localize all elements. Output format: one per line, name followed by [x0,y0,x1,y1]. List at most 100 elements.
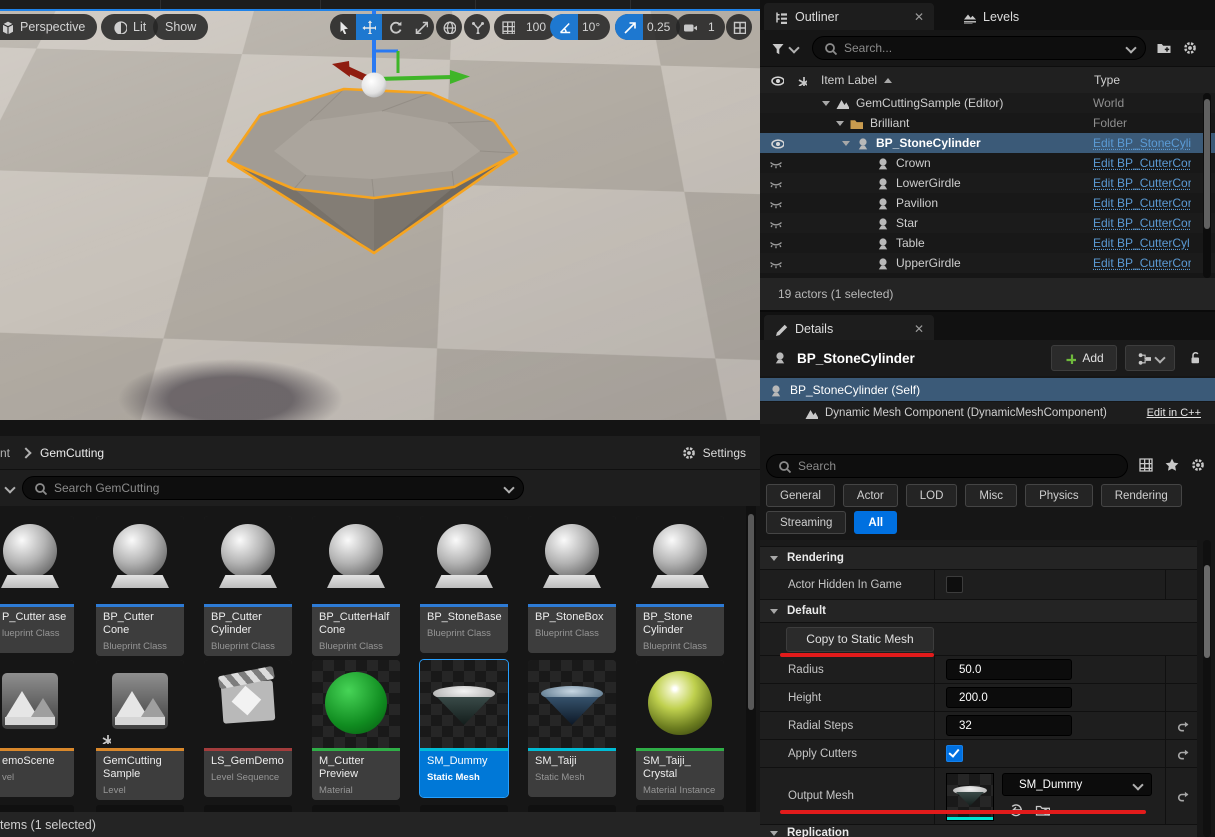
outliner-row-selected[interactable]: BP_StoneCylinder Edit BP_StoneCyli [760,133,1215,153]
edit-in-cpp-link[interactable]: Edit in C++ [1147,407,1201,419]
filter-icon[interactable] [770,41,784,55]
collapse-arrow-icon[interactable] [842,140,850,146]
perspective-button[interactable]: Perspective [0,14,98,40]
details-settings-gear-icon[interactable] [1190,457,1206,473]
edit-blueprint-link[interactable]: Edit BP_CutterCyl [1093,236,1191,250]
settings-label[interactable]: Settings [703,446,746,460]
tab-details[interactable]: Details ✕ [764,315,934,342]
outliner-row-child[interactable]: UpperGirdle Edit BP_CutterCor [760,253,1215,273]
lit-mode-button[interactable]: Lit [101,14,159,40]
outliner-search-input[interactable]: Search... [812,36,1146,60]
outliner-scrollbar[interactable] [1203,93,1211,278]
details-search-input[interactable]: Search [766,454,1128,478]
actor-hidden-checkbox[interactable] [946,576,963,593]
row-label[interactable]: Table [896,236,925,250]
section-default[interactable]: Default [760,600,1197,623]
edit-blueprint-link[interactable]: Edit BP_CutterCor [1093,156,1191,170]
scale-tool-button[interactable] [408,14,434,40]
viewport-layout-button[interactable] [726,14,752,40]
filter-lod[interactable]: LOD [905,484,958,507]
edit-blueprint-link[interactable]: Edit BP_CutterCor [1093,216,1191,230]
output-mesh-dropdown[interactable]: SM_Dummy [1002,773,1152,796]
outliner-row-folder[interactable]: Brilliant Folder [760,113,1215,133]
eye-closed-icon[interactable] [768,176,782,190]
row-label[interactable]: Pavilion [896,196,938,210]
revert-icon[interactable] [1175,747,1189,761]
filter-general[interactable]: General [766,484,835,507]
row-label[interactable]: LowerGirdle [896,176,961,190]
outliner-row-child[interactable]: Pavilion Edit BP_CutterCor [760,193,1215,213]
eye-closed-icon[interactable] [768,156,782,170]
asset-tile[interactable]: BP_Cutter Cylinder Blueprint Class [204,516,292,657]
eye-open-icon[interactable] [770,136,784,150]
eye-closed-icon[interactable] [768,216,782,230]
filter-chevron-icon[interactable] [788,42,800,54]
row-label[interactable]: Star [896,216,918,230]
row-label[interactable]: GemCuttingSample (Editor) [856,96,1003,110]
column-item-label[interactable]: Item Label [821,73,877,87]
section-rendering[interactable]: Rendering [760,547,1197,570]
collapse-arrow-icon[interactable] [822,100,830,106]
show-menu-button[interactable]: Show [153,14,209,40]
edit-blueprint-link[interactable]: Edit BP_CutterCor [1093,256,1191,270]
close-icon[interactable]: ✕ [914,322,924,336]
edit-blueprint-link[interactable]: Edit BP_CutterCor [1093,196,1191,210]
outliner-row-child[interactable]: Crown Edit BP_CutterCor [760,153,1215,173]
radial-steps-input[interactable]: 32 [946,715,1072,736]
asset-tile[interactable]: LS_GemDemo Level Sequence [204,660,292,797]
outliner-row-child[interactable]: Star Edit BP_CutterCor [760,213,1215,233]
close-icon[interactable]: ✕ [914,10,924,24]
outliner-settings-gear-icon[interactable] [1182,40,1198,56]
collapse-arrow-icon[interactable] [836,120,844,126]
component-row-self[interactable]: BP_StoneCylinder (Self) [760,378,1215,401]
world-space-button[interactable] [436,14,462,40]
apply-cutters-checkbox[interactable] [946,745,963,762]
breadcrumb-parent[interactable]: nt [0,446,10,460]
section-replication[interactable]: Replication [760,825,1197,837]
pinned-column-icon[interactable] [796,75,807,86]
add-component-button[interactable]: Add [1051,345,1117,371]
revert-icon[interactable] [1175,719,1189,733]
filter-misc[interactable]: Misc [965,484,1018,507]
content-browser-search-input[interactable]: Search GemCutting [22,476,524,500]
surface-snap-button[interactable] [464,14,490,40]
filter-actor[interactable]: Actor [842,484,898,507]
asset-tile[interactable]: SM_Taiji Static Mesh [528,660,616,797]
row-label[interactable]: Crown [896,156,931,170]
content-browser-scrollbar[interactable] [746,506,756,812]
rotation-snap-control[interactable]: 10° [550,14,611,40]
outliner-row-child[interactable]: LowerGirdle Edit BP_CutterCor [760,173,1215,193]
filter-all[interactable]: All [854,511,898,534]
rotate-tool-button[interactable] [382,14,408,40]
asset-tile[interactable]: BP_CutterHalf Cone Blueprint Class [312,516,400,657]
tab-levels[interactable]: Levels [952,3,1029,30]
eye-closed-icon[interactable] [768,256,782,270]
settings-gear-icon[interactable] [681,445,696,460]
viewport-3d[interactable]: Perspective Lit Show 100 10° 0.25 1 [0,0,760,420]
asset-tile-selected[interactable]: SM_Dummy Static Mesh [419,659,509,798]
tab-outliner[interactable]: Outliner ✕ [764,3,934,30]
grid-snap-control[interactable]: 100 [494,14,557,40]
unlock-icon[interactable] [1187,350,1203,366]
eye-closed-icon[interactable] [768,196,782,210]
asset-tile[interactable]: M_Cutter Preview Material [312,660,400,801]
asset-tile[interactable]: P_Cutter ase lueprint Class [0,516,74,653]
filter-physics[interactable]: Physics [1025,484,1093,507]
move-tool-button[interactable] [356,14,382,40]
search-options-chevron-icon[interactable] [1125,42,1137,54]
outliner-row-child[interactable]: Table Edit BP_CutterCyl [760,233,1215,253]
search-options-chevron-icon[interactable] [503,482,515,494]
asset-tile[interactable]: GemCutting Sample Level [96,660,184,801]
column-type[interactable]: Type [1094,73,1120,87]
asset-tile[interactable]: emoScene vel [0,660,74,797]
edit-blueprint-link[interactable]: Edit BP_StoneCyli [1093,136,1191,150]
row-label[interactable]: Brilliant [870,116,909,130]
asset-tile[interactable]: BP_StoneBox Blueprint Class [528,516,616,653]
revert-icon[interactable] [1175,789,1189,803]
radius-input[interactable]: 50.0 [946,659,1072,680]
asset-tile[interactable]: BP_StoneBase Blueprint Class [420,516,508,653]
filter-streaming[interactable]: Streaming [766,511,847,534]
scale-snap-control[interactable]: 0.25 [615,14,681,40]
asset-tile[interactable]: SM_Taiji_ Crystal Material Instance [636,660,724,801]
edit-blueprint-link[interactable]: Edit BP_CutterCor [1093,176,1191,190]
